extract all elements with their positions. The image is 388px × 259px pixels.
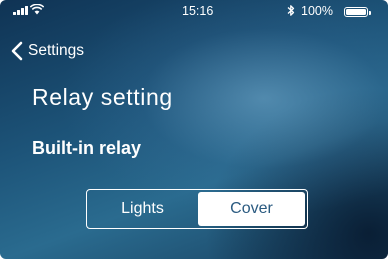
bluetooth-icon bbox=[287, 4, 295, 20]
screen: 15:16 100% Settings Relay setting Built-… bbox=[0, 0, 388, 259]
relay-mode-segmented-control[interactable]: Lights Cover bbox=[86, 189, 308, 229]
signal-icon bbox=[13, 6, 29, 15]
wifi-icon bbox=[29, 3, 45, 18]
section-label: Built-in relay bbox=[32, 138, 142, 158]
segment-cover[interactable]: Cover bbox=[198, 192, 305, 226]
back-label: Settings bbox=[28, 42, 85, 59]
page-title: Relay setting bbox=[32, 84, 173, 110]
status-bar: 15:16 100% bbox=[0, 0, 388, 22]
chevron-left-icon bbox=[11, 41, 23, 61]
back-button[interactable]: Settings bbox=[10, 40, 84, 62]
battery-percent: 100% bbox=[301, 4, 333, 18]
status-time: 15:16 bbox=[182, 4, 214, 18]
battery-icon bbox=[344, 7, 371, 17]
segment-lights[interactable]: Lights bbox=[89, 192, 196, 226]
